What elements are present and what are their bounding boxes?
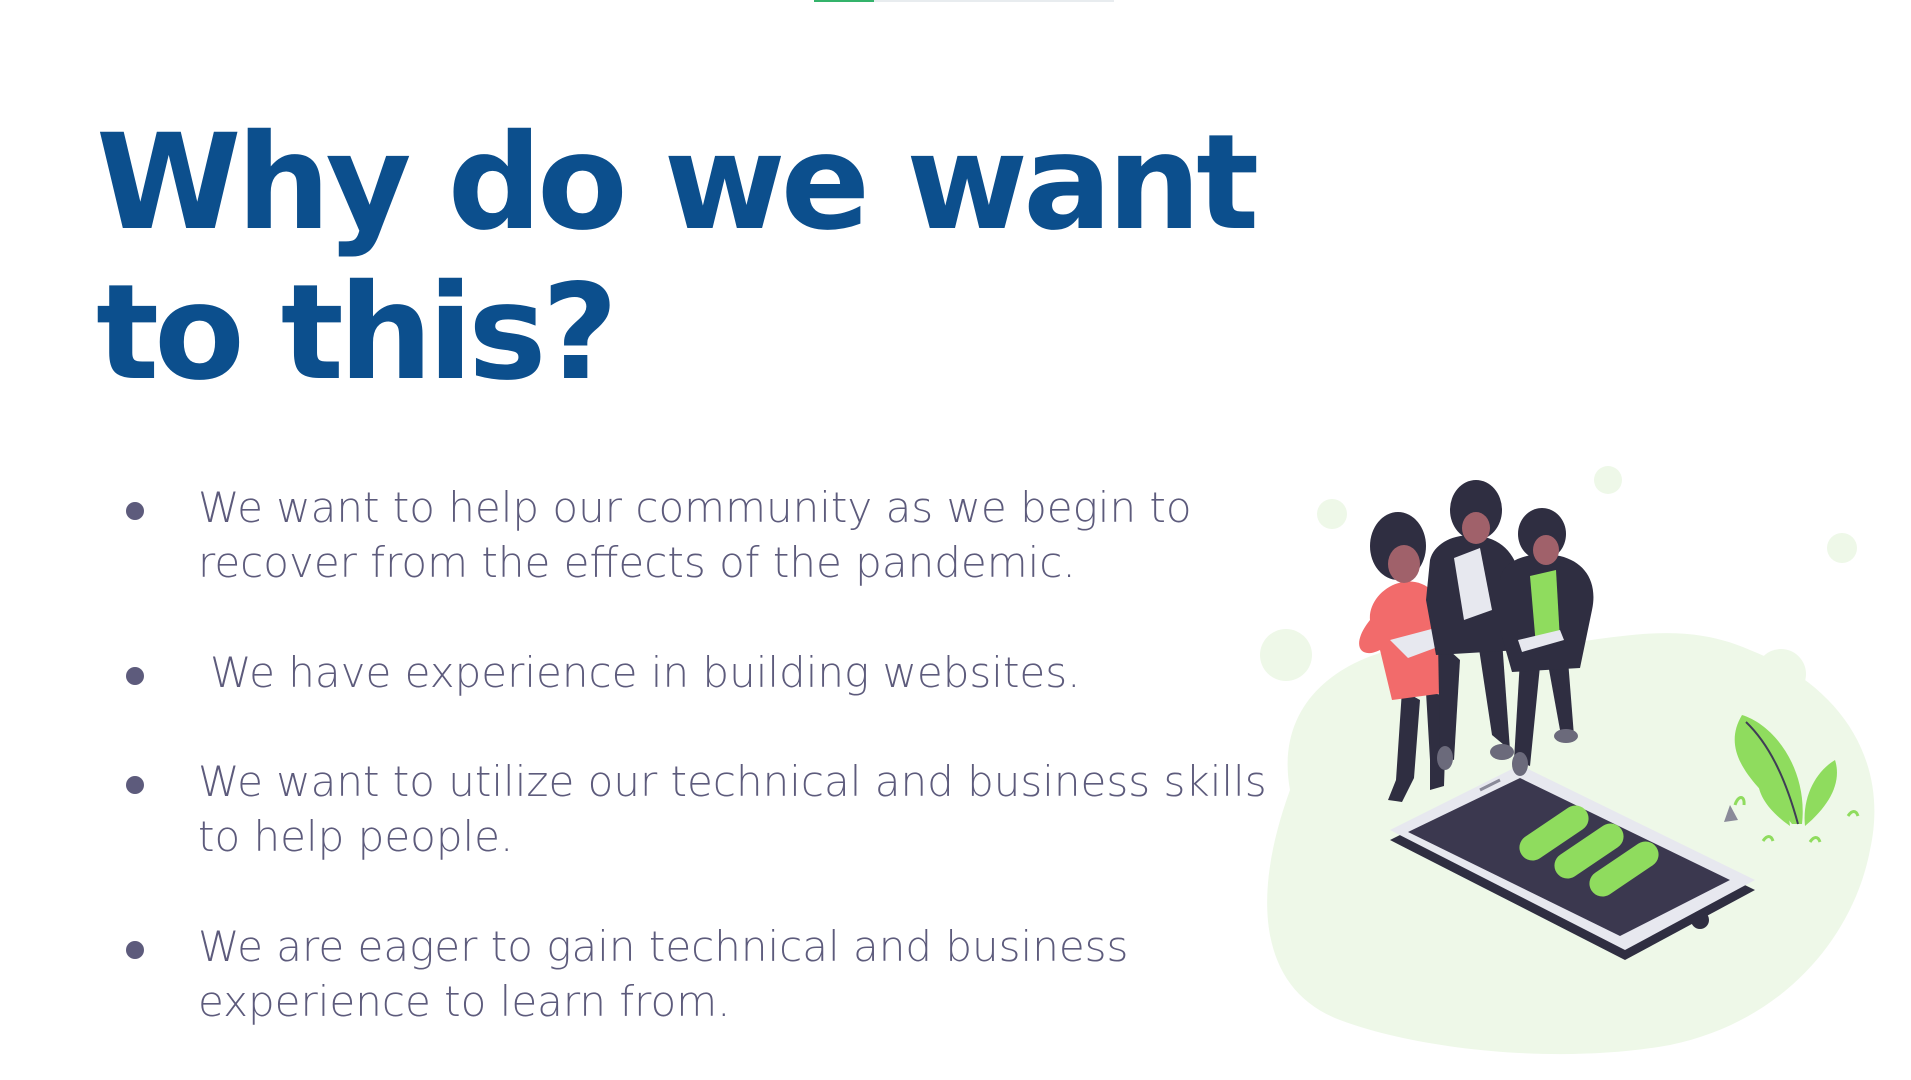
people-with-phone-illustration	[1260, 466, 1875, 1055]
decor-dot	[1827, 533, 1857, 563]
top-progress-accent	[814, 0, 1114, 2]
bullet-dot-icon	[126, 502, 144, 520]
top-progress-fill	[814, 0, 874, 2]
bullet-text: We want to utilize our technical and bus…	[198, 757, 1267, 861]
bullet-text: We have experience in building websites.	[210, 648, 1081, 697]
decor-dot	[1317, 499, 1347, 529]
decor-dot	[1260, 629, 1312, 681]
bullet-item: We are eager to gain technical and busin…	[120, 919, 1280, 1029]
decor-dot	[1594, 466, 1622, 494]
slide-title: Why do we want to this?	[96, 106, 1259, 410]
bullet-text: We are eager to gain technical and busin…	[198, 922, 1129, 1026]
bullet-dot-icon	[126, 667, 144, 685]
decor-dot	[1756, 649, 1806, 699]
bullet-list: We want to help our community as we begi…	[120, 480, 1280, 1029]
bullet-item: We want to utilize our technical and bus…	[120, 754, 1280, 864]
bullet-dot-icon	[126, 941, 144, 959]
bullet-dot-icon	[126, 776, 144, 794]
decor-dot	[1294, 754, 1346, 806]
bullet-text: We want to help our community as we begi…	[198, 483, 1192, 587]
bullet-item: We want to help our community as we begi…	[120, 480, 1280, 590]
bullet-item: We have experience in building websites.	[120, 645, 1280, 700]
